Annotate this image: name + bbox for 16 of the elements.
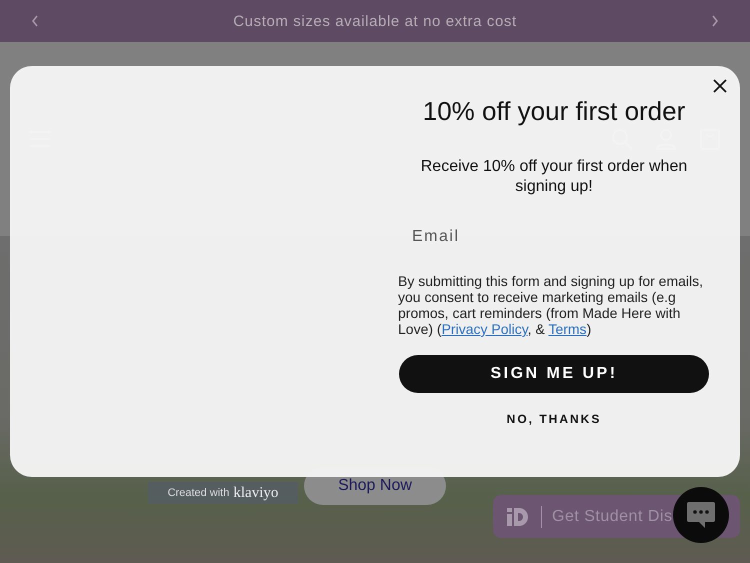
popup-title: 10% off your first order [422, 96, 686, 127]
no-thanks-button[interactable]: NO, THANKS [500, 411, 608, 427]
policy-link[interactable]: Terms [548, 321, 587, 337]
policy-link[interactable]: Privacy Policy [442, 321, 528, 337]
popup-subtitle: Receive 10% off your first order when signing up! [420, 157, 688, 197]
email-field[interactable]: Email [396, 217, 712, 257]
sign-up-button[interactable]: SIGN ME UP! [399, 355, 709, 393]
student-discount-text: Get Student Dis [541, 506, 672, 528]
klaviyo-badge[interactable]: Created with klaviyo [148, 482, 298, 504]
close-icon[interactable] [712, 78, 728, 94]
consent-text: By submitting this form and signing up for emails, you consent to receive marketing emails (e.g promos, cart reminders (from Made Here with Love) (Privacy Policy, & Terms) [397, 273, 704, 337]
announcement-text: Custom sizes available at no extra cost [233, 12, 517, 30]
id-logo-icon [507, 508, 529, 526]
badge-text: Created with [168, 487, 230, 499]
chat-bubble-icon [685, 500, 717, 530]
badge-brand: klaviyo [233, 484, 278, 502]
